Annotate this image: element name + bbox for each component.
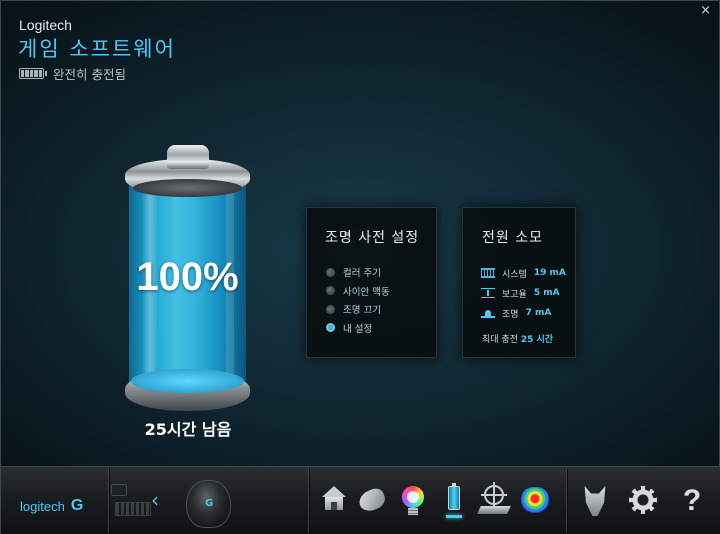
lighting-presets-panel: 조명 사전 설정 컬러 주기 사이안 맥동 조명 끄기 내 설정 bbox=[306, 207, 437, 358]
lighting-presets-title: 조명 사전 설정 bbox=[325, 230, 420, 246]
radio-button[interactable] bbox=[326, 304, 335, 314]
battery-percent: 100% bbox=[136, 255, 239, 299]
preset-lights-off[interactable]: 조명 끄기 bbox=[326, 300, 390, 319]
power-consumption-panel: 전원 소모 시스템 19 mA 보고율 5 mA 조명 7 mA 최대 충전 2… bbox=[462, 207, 576, 358]
battery-gauge: 100% bbox=[125, 145, 250, 413]
preset-cyan-pulse[interactable]: 사이안 맥동 bbox=[326, 282, 390, 301]
report-rate-icon bbox=[481, 288, 495, 298]
charge-status-label: 완전히 충전됨 bbox=[53, 67, 126, 82]
dpi-icon[interactable] bbox=[477, 482, 511, 518]
home-icon[interactable] bbox=[319, 484, 349, 518]
battery-icon[interactable] bbox=[441, 483, 471, 518]
settings-gear-icon[interactable] bbox=[627, 484, 657, 518]
brand-label: Logitech bbox=[19, 17, 72, 33]
time-remaining: 25시간 남음 bbox=[144, 420, 232, 439]
preset-my-settings[interactable]: 내 설정 bbox=[326, 319, 390, 338]
arx-wolf-icon[interactable] bbox=[579, 484, 609, 518]
lighting-icon bbox=[481, 308, 495, 318]
system-icon bbox=[481, 268, 495, 278]
charge-status: 완전히 충전됨 bbox=[19, 64, 126, 83]
mouse-buttons-icon[interactable] bbox=[356, 484, 388, 518]
radio-button[interactable] bbox=[326, 267, 335, 277]
mouse-device-icon[interactable] bbox=[186, 480, 231, 528]
max-charge: 최대 충전 25 시간 bbox=[482, 335, 554, 345]
page-title: 게임 소프트웨어 bbox=[18, 37, 176, 61]
lighting-icon[interactable] bbox=[397, 484, 427, 518]
keyboard-device-icon[interactable] bbox=[111, 484, 151, 520]
help-icon[interactable]: ? bbox=[677, 484, 707, 518]
power-consumption-title: 전원 소모 bbox=[482, 230, 543, 246]
power-item-report-rate: 보고율 5 mA bbox=[481, 283, 566, 303]
lighting-preset-list: 컬러 주기 사이안 맥동 조명 끄기 내 설정 bbox=[326, 263, 390, 337]
app-window: × Logitech 게임 소프트웨어 완전히 충전됨 100% 25시간 남음… bbox=[0, 0, 720, 534]
logitech-logo: logitech G bbox=[20, 497, 84, 514]
logitech-g-icon: G bbox=[70, 497, 84, 514]
power-item-lighting: 조명 7 mA bbox=[481, 303, 566, 323]
battery-status-icon bbox=[19, 68, 47, 79]
divider bbox=[308, 469, 309, 533]
radio-button-selected[interactable] bbox=[326, 323, 335, 333]
power-item-system: 시스템 19 mA bbox=[481, 263, 566, 283]
heatmap-icon[interactable] bbox=[519, 484, 549, 518]
divider bbox=[108, 469, 109, 533]
close-button[interactable]: × bbox=[700, 3, 711, 18]
radio-button[interactable] bbox=[326, 286, 335, 296]
preset-color-cycle[interactable]: 컬러 주기 bbox=[326, 263, 390, 282]
power-consumption-list: 시스템 19 mA 보고율 5 mA 조명 7 mA bbox=[481, 263, 566, 323]
chevron-left-icon[interactable]: ‹ bbox=[151, 488, 159, 512]
divider bbox=[566, 469, 567, 533]
